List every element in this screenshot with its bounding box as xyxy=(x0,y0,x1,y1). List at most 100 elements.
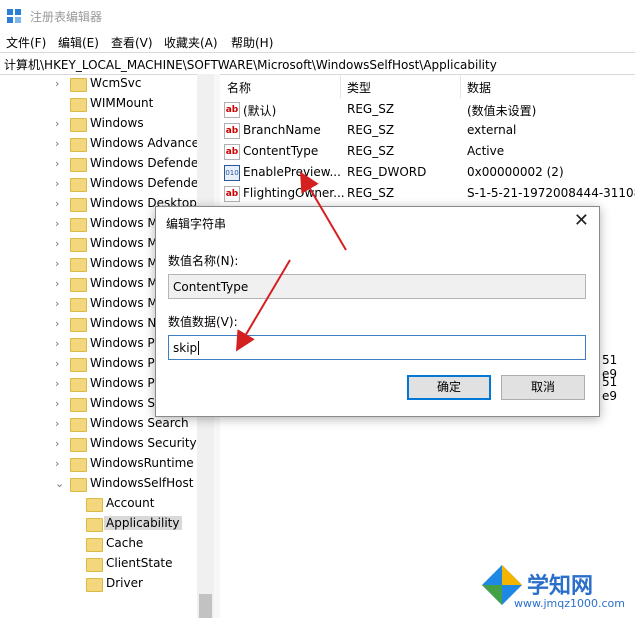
menu-edit[interactable]: 编辑(E) xyxy=(58,34,99,51)
tree-item-label: Windows Ph xyxy=(90,356,163,370)
chevron-right-icon[interactable]: › xyxy=(55,277,65,291)
chevron-right-icon[interactable]: › xyxy=(55,117,65,131)
column-type-label: 类型 xyxy=(347,81,372,95)
folder-icon xyxy=(70,238,87,252)
folder-icon xyxy=(86,518,103,532)
folder-icon xyxy=(70,358,87,372)
tree-item-label: Applicability xyxy=(104,516,182,530)
tree-item-label: Windows Po xyxy=(90,376,162,390)
string-value-icon: ab xyxy=(224,144,240,160)
ok-button[interactable]: 确定 xyxy=(407,375,491,400)
tree-item-label: Windows Security xyxy=(90,436,197,450)
menu-file[interactable]: 文件(F) xyxy=(6,34,46,51)
tree-item-label: Driver xyxy=(106,576,143,590)
value-data: external xyxy=(467,123,517,137)
binary-value-icon: 010 xyxy=(224,165,240,181)
chevron-right-icon[interactable]: › xyxy=(55,377,65,391)
value-row[interactable]: ab (默认) REG_SZ (数值未设置) xyxy=(220,99,635,120)
address-path[interactable]: 计算机\HKEY_LOCAL_MACHINE\SOFTWARE\Microsof… xyxy=(4,56,497,73)
value-data-text: skip xyxy=(173,341,198,355)
window-title: 注册表编辑器 xyxy=(30,10,103,24)
address-bar[interactable]: 计算机\HKEY_LOCAL_MACHINE\SOFTWARE\Microsof… xyxy=(0,52,635,75)
value-type: REG_SZ xyxy=(347,186,395,200)
menu-view[interactable]: 查看(V) xyxy=(111,34,153,51)
folder-icon xyxy=(86,578,103,592)
chevron-right-icon[interactable]: › xyxy=(55,217,65,231)
tree-item-label: Windows Po xyxy=(90,336,162,350)
dialog-title: 编辑字符串 xyxy=(166,217,227,231)
folder-icon xyxy=(70,318,87,332)
chevron-down-icon[interactable]: ⌄ xyxy=(55,477,65,491)
value-row[interactable]: ab ContentType REG_SZ Active xyxy=(220,141,635,162)
chevron-right-icon[interactable]: › xyxy=(55,397,65,411)
folder-icon xyxy=(70,158,87,172)
tree-item-label: Windows Defende xyxy=(90,176,199,190)
value-data: 0x00000002 (2) xyxy=(467,165,564,179)
value-row[interactable]: ab FlightingOwner... REG_SZ S-1-5-21-197… xyxy=(220,183,635,204)
chevron-right-icon[interactable]: › xyxy=(55,197,65,211)
column-data-header[interactable]: 数据 xyxy=(460,74,635,98)
chevron-right-icon[interactable]: › xyxy=(55,417,65,431)
tree-item-label: Windows N xyxy=(90,316,157,330)
menu-bar: 文件(F) 编辑(E) 查看(V) 收藏夹(A) 帮助(H) xyxy=(0,32,635,52)
value-type: REG_DWORD xyxy=(347,165,427,179)
menu-favorites[interactable]: 收藏夹(A) xyxy=(164,34,218,51)
value-type: REG_SZ xyxy=(347,144,395,158)
folder-icon xyxy=(70,258,87,272)
chevron-right-icon[interactable]: › xyxy=(55,157,65,171)
value-row[interactable]: ab BranchName REG_SZ external xyxy=(220,120,635,141)
chevron-right-icon[interactable]: › xyxy=(55,177,65,191)
text-caret xyxy=(198,341,199,355)
chevron-right-icon[interactable]: › xyxy=(55,437,65,451)
value-row[interactable]: 010 EnablePreview... REG_DWORD 0x0000000… xyxy=(220,162,635,183)
value-data-label: 数值数据(V): xyxy=(168,315,238,329)
tree-item-label: WindowsRuntime xyxy=(90,456,194,470)
folder-icon xyxy=(70,118,87,132)
tree-item-label: WcmSvc xyxy=(90,76,142,90)
column-type-header[interactable]: 类型 xyxy=(340,74,461,98)
value-name-field[interactable]: ContentType xyxy=(168,274,586,299)
chevron-right-icon[interactable]: › xyxy=(55,317,65,331)
folder-icon xyxy=(70,338,87,352)
watermark-title: 学知网 xyxy=(527,574,594,599)
column-name-header[interactable]: 名称 xyxy=(220,74,341,98)
chevron-right-icon[interactable]: › xyxy=(55,77,65,91)
chevron-right-icon[interactable]: › xyxy=(55,237,65,251)
value-name: (默认) xyxy=(243,104,277,118)
column-name-label: 名称 xyxy=(227,81,252,95)
folder-icon xyxy=(70,78,87,92)
chevron-right-icon[interactable]: › xyxy=(55,357,65,371)
chevron-right-icon[interactable]: › xyxy=(55,457,65,471)
value-data-input[interactable]: skip xyxy=(168,335,586,360)
folder-icon xyxy=(70,418,87,432)
value-type: REG_SZ xyxy=(347,123,395,137)
chevron-right-icon[interactable]: › xyxy=(55,137,65,151)
tree-item-label: Windows Defende xyxy=(90,156,199,170)
value-type: REG_SZ xyxy=(347,102,395,116)
scrollbar-thumb[interactable] xyxy=(199,594,212,618)
value-name: EnablePreview... xyxy=(243,165,341,179)
folder-icon xyxy=(70,178,87,192)
value-name-text: ContentType xyxy=(173,280,249,294)
tree-item-label: Windows M xyxy=(90,236,158,250)
folder-icon xyxy=(70,138,87,152)
tree-item-label: Windows M xyxy=(90,296,158,310)
close-icon[interactable]: ✕ xyxy=(574,210,589,231)
folder-icon xyxy=(86,558,103,572)
tree-item-label: Windows M xyxy=(90,216,158,230)
tree-item-label: Windows Search xyxy=(90,416,189,430)
value-data: Active xyxy=(467,144,505,158)
menu-help[interactable]: 帮助(H) xyxy=(231,34,273,51)
chevron-right-icon[interactable]: › xyxy=(55,297,65,311)
watermark: 学知网 www.jmqz1000.com xyxy=(470,560,630,615)
folder-icon xyxy=(86,498,103,512)
chevron-right-icon[interactable]: › xyxy=(55,337,65,351)
cancel-button[interactable]: 取消 xyxy=(501,375,585,400)
folder-icon xyxy=(70,398,87,412)
value-data: (数值未设置) xyxy=(467,104,537,118)
string-value-icon: ab xyxy=(224,102,240,118)
tree-item-label: WindowsSelfHost xyxy=(90,476,194,490)
tree-item-label: Account xyxy=(106,496,155,510)
title-bar: 注册表编辑器 xyxy=(0,0,635,32)
chevron-right-icon[interactable]: › xyxy=(55,257,65,271)
